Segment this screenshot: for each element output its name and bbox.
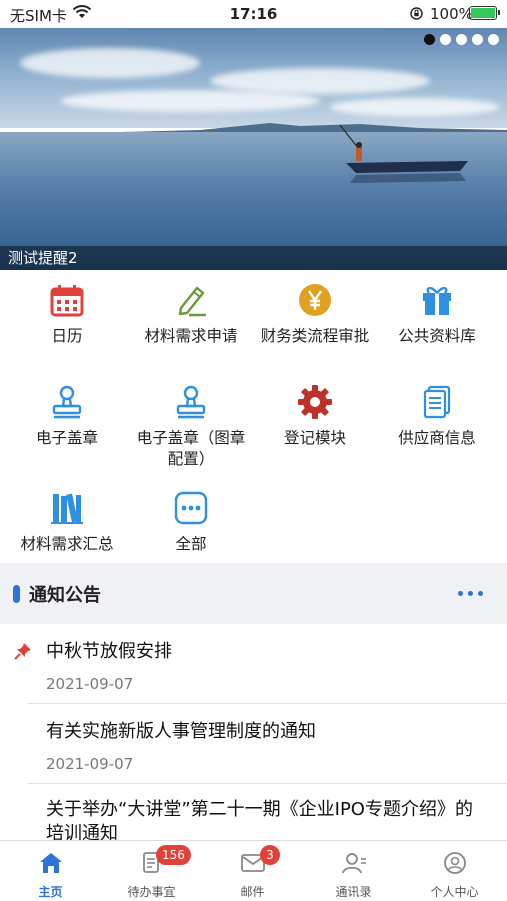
banner-cloud [20,48,200,78]
carousel-dot[interactable] [456,34,467,45]
list-item[interactable]: 有关实施新版人事管理制度的通知 2021-09-07 [0,704,507,784]
tab-label: 待办事宜 [127,885,176,899]
section-accent-bar [13,585,20,603]
app-material-summary[interactable]: 材料需求汇总 [4,490,130,556]
home-icon [40,853,62,873]
tab-label: 个人中心 [430,885,479,899]
more-apps-icon [174,491,208,525]
yen-coin-icon [299,284,331,316]
app-supplier-info[interactable]: 供应商信息 [374,384,500,464]
app-finance-approval[interactable]: 财务类流程审批 [252,282,378,362]
banner-cloud [330,98,500,116]
pencil-edit-icon [178,286,206,317]
calendar-icon [50,285,84,317]
stamp-config-icon [176,385,206,419]
pin-icon [14,643,31,660]
notice-header: 通知公告 [0,568,507,620]
app-label: 材料需求申请 [144,327,238,345]
mail-badge: 3 [260,845,280,865]
app-label: 日历 [51,327,83,345]
tab-home[interactable]: 主页 [0,841,101,901]
tab-todo[interactable]: 156 待办事宜 [101,841,202,901]
app-label: 供应商信息 [398,429,476,447]
carousel-dots[interactable] [424,34,499,45]
orientation-lock-icon [410,7,423,20]
battery-icon [469,6,500,20]
app-all[interactable]: 全部 [128,490,254,556]
banner-carousel[interactable]: 测试提醒2 [0,28,507,270]
gear-icon [298,385,332,419]
notice-date: 2021-09-07 [46,755,134,773]
banner-boat [339,124,468,183]
app-calendar[interactable]: 日历 [4,282,130,362]
app-public-library[interactable]: 公共资料库 [374,282,500,362]
app-label: 登记模块 [283,429,346,447]
app-registration[interactable]: 登记模块 [252,384,378,464]
banner-cloud [60,90,320,112]
notice-section-title: 通知公告 [29,585,101,606]
profile-icon [444,852,466,874]
status-bar: 无SIM卡 17:16 100% [0,0,507,28]
stamp-icon [52,385,82,419]
carousel-dot[interactable] [488,34,499,45]
notice-title: 中秋节放假安排 [46,641,172,662]
todo-badge: 156 [156,845,191,865]
more-icon[interactable] [458,591,483,596]
app-label: 公共资料库 [398,327,476,345]
notice-title: 关于举办“大讲堂”第二十一期《企业IPO专题介绍》的培训通知 [46,799,473,840]
document-stack-icon [423,385,451,419]
tab-mail[interactable]: 3 邮件 [202,841,303,901]
carousel-dot[interactable] [424,34,435,45]
app-e-seal-config[interactable]: 电子盖章（图章配置） [128,384,254,468]
app-label: 全部 [175,535,207,553]
bottom-tab-bar: 主页 156 待办事宜 3 邮件 通讯录 个人中心 [0,840,507,901]
app-material-request[interactable]: 材料需求申请 [128,282,254,362]
notice-title: 有关实施新版人事管理制度的通知 [46,721,316,742]
app-label: 财务类流程审批 [260,327,370,345]
tab-label: 邮件 [240,885,265,899]
list-item[interactable]: 关于举办“大讲堂”第二十一期《企业IPO专题介绍》的培训通知 [0,784,507,840]
carousel-dot[interactable] [472,34,483,45]
app-e-seal[interactable]: 电子盖章 [4,384,130,464]
notice-date: 2021-09-07 [46,675,134,693]
app-label: 材料需求汇总 [20,535,114,553]
tab-contacts[interactable]: 通讯录 [303,841,404,901]
gift-box-icon [423,286,451,315]
notice-list: 中秋节放假安排 2021-09-07 有关实施新版人事管理制度的通知 2021-… [0,624,507,840]
app-label: 电子盖章（图章配置） [136,429,246,468]
contacts-icon [342,853,366,874]
tab-profile[interactable]: 个人中心 [404,841,505,901]
banner-caption: 测试提醒2 [8,249,78,267]
books-icon [51,493,83,524]
list-item[interactable]: 中秋节放假安排 2021-09-07 [0,624,507,704]
carousel-dot[interactable] [440,34,451,45]
app-label: 电子盖章 [35,429,98,447]
tab-label: 主页 [38,885,63,899]
battery-percent: 100% [430,5,473,23]
tab-label: 通讯录 [335,885,372,899]
